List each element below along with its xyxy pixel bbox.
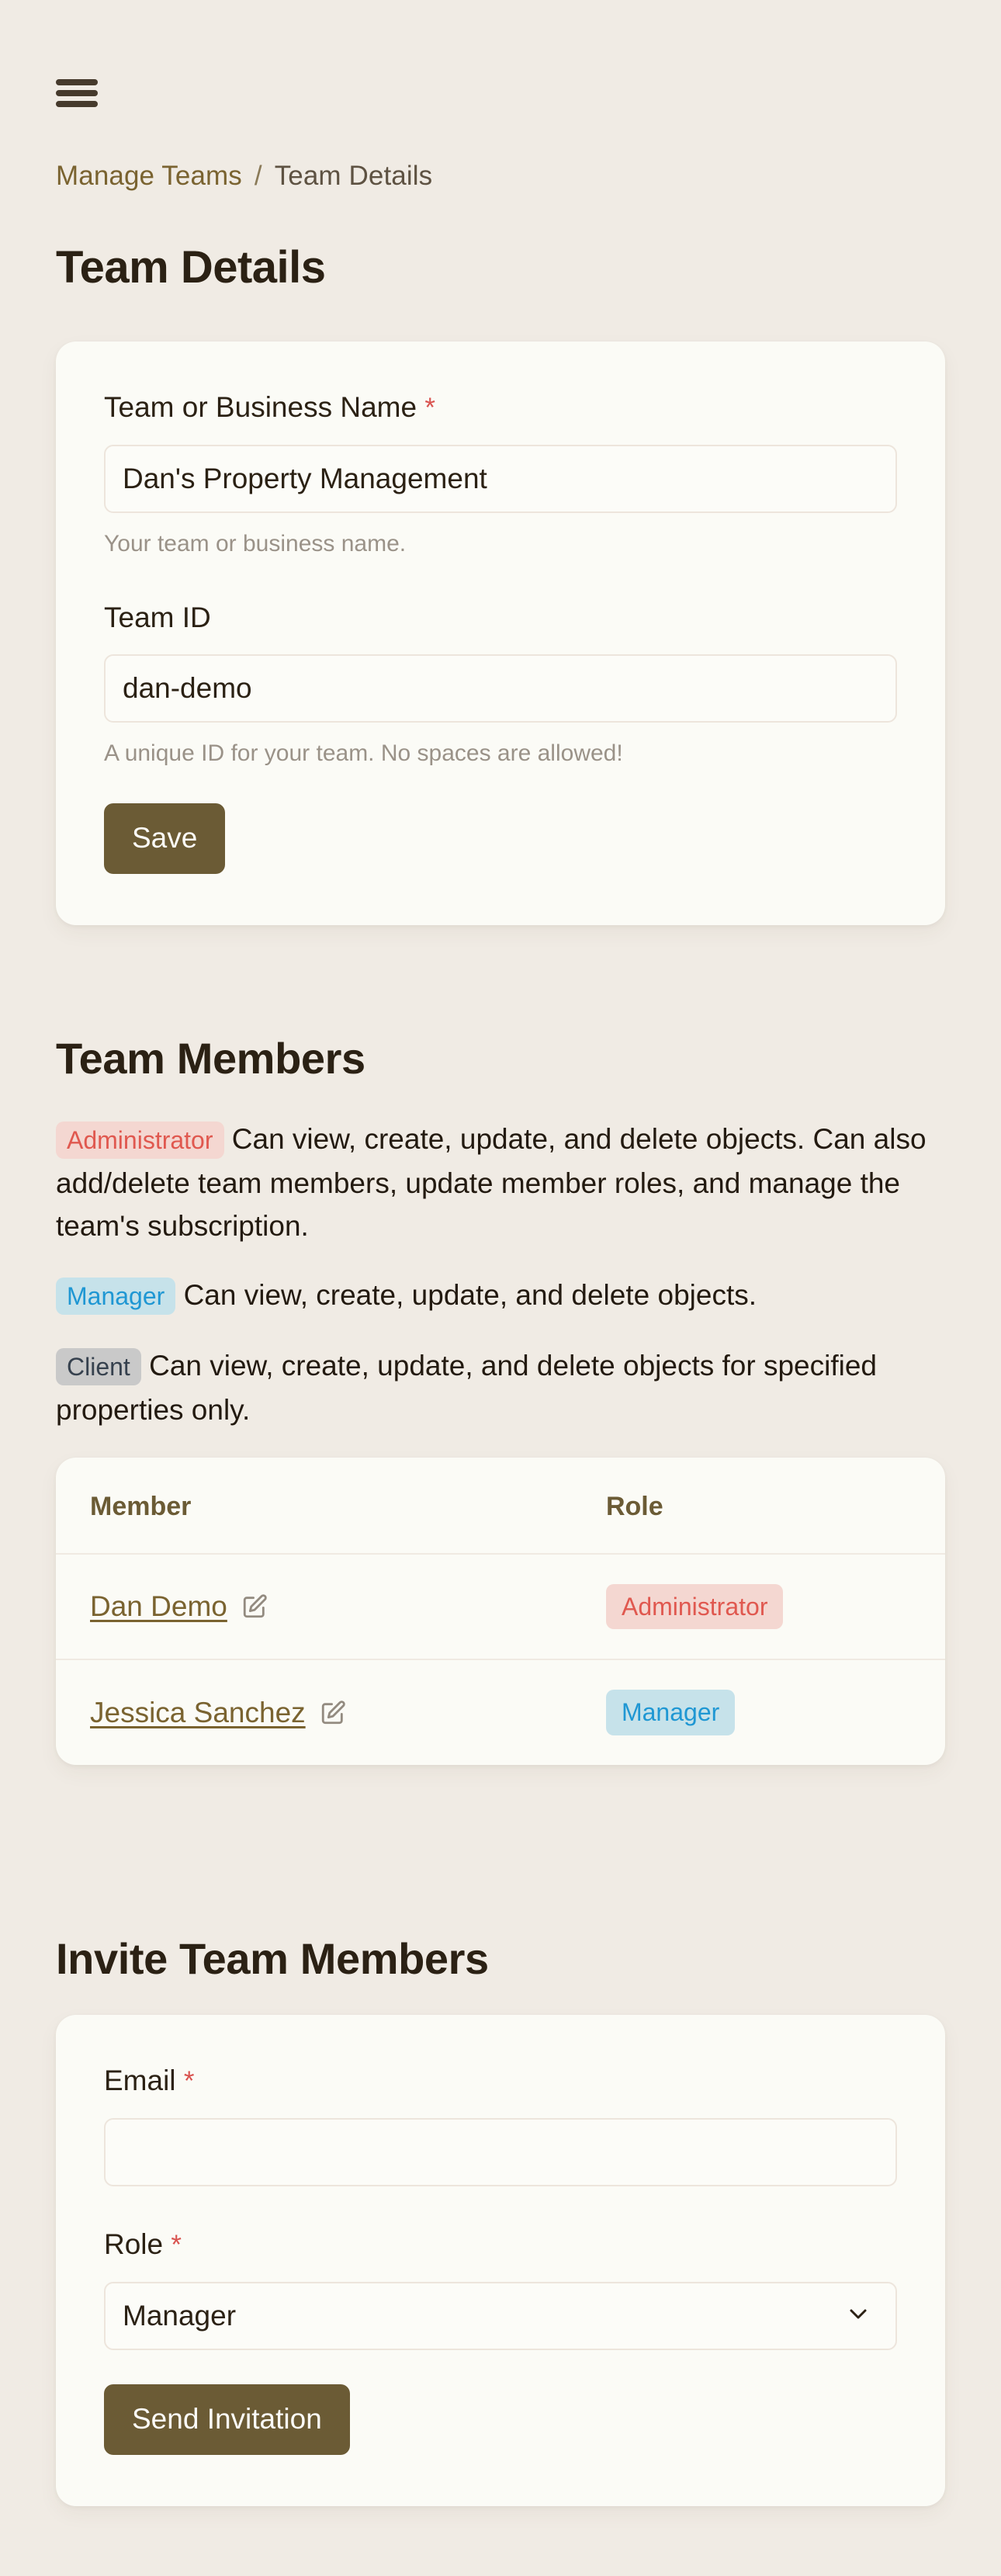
table-row: Dan Demo Administrator <box>56 1554 945 1661</box>
role-legend-item: Manager Can view, create, update, and de… <box>56 1274 945 1318</box>
breadcrumb-link-manage-teams[interactable]: Manage Teams <box>56 161 242 191</box>
role-select-value: Manager <box>123 2300 237 2332</box>
hamburger-bar <box>56 79 98 85</box>
role-label: Role * <box>104 2227 897 2263</box>
role-label-text: Role <box>104 2228 164 2260</box>
role-pill-client: Client <box>56 1348 141 1385</box>
table-head: Member Role <box>56 1458 945 1555</box>
breadcrumb-current: Team Details <box>274 161 433 191</box>
email-label: Email * <box>104 2063 897 2099</box>
role-cell: Manager <box>595 1659 945 1764</box>
breadcrumb: Manage Teams / Team Details <box>56 159 432 193</box>
team-details-card: Team or Business Name * Your team or bus… <box>56 342 945 925</box>
role-legend: Administrator Can view, create, update, … <box>56 1118 945 1431</box>
team-details-page: Manage Teams / Team Details Team Details T… <box>0 0 1001 2576</box>
team-members-section: Team Members Administrator Can view, cre… <box>56 1032 945 1765</box>
role-pill-manager: Manager <box>56 1278 176 1315</box>
member-link-jessica-sanchez[interactable]: Jessica Sanchez <box>90 1697 306 1729</box>
email-label-text: Email <box>104 2065 176 2096</box>
invite-title: Invite Team Members <box>56 1934 489 1983</box>
team-name-label-text: Team or Business Name <box>104 391 417 423</box>
email-field[interactable] <box>104 2118 897 2186</box>
table-row: Jessica Sanchez Manager <box>56 1659 945 1764</box>
hamburger-menu-icon[interactable] <box>56 76 98 110</box>
table-body: Dan Demo Administrator Jessica Sanchez M… <box>56 1554 945 1765</box>
invite-team-members-section: Invite Team Members Email * Role * Manag… <box>56 1933 945 2506</box>
column-header-member: Member <box>56 1458 595 1555</box>
hamburger-bar <box>56 90 98 96</box>
role-select-wrapper: Manager <box>104 2282 897 2350</box>
hamburger-bar <box>56 101 98 107</box>
member-cell: Jessica Sanchez <box>56 1659 595 1764</box>
team-members-table-card: Member Role Dan Demo Administrator Jessi… <box>56 1458 945 1765</box>
send-invitation-button[interactable]: Send Invitation <box>104 2384 350 2455</box>
role-pill-administrator: Administrator <box>56 1122 224 1159</box>
required-asterisk: * <box>424 393 435 423</box>
save-button[interactable]: Save <box>104 803 226 874</box>
status-badge: Administrator <box>605 1584 784 1630</box>
invite-card: Email * Role * Manager Send Invitation <box>56 2015 945 2506</box>
required-asterisk: * <box>183 2066 195 2096</box>
table-header-row: Member Role <box>56 1458 945 1555</box>
edit-pencil-icon[interactable] <box>320 1700 346 1726</box>
team-name-helper: Your team or business name. <box>104 531 407 556</box>
member-cell: Dan Demo <box>56 1554 595 1661</box>
team-name-input[interactable] <box>104 445 897 513</box>
role-cell: Administrator <box>594 1554 945 1661</box>
team-members-table: Member Role Dan Demo Administrator Jessi… <box>56 1458 945 1765</box>
team-id-input[interactable] <box>104 654 897 723</box>
team-id-helper: A unique ID for your team. No spaces are… <box>104 740 623 766</box>
role-description-client: Can view, create, update, and delete obj… <box>56 1350 878 1426</box>
team-members-title: Team Members <box>56 1034 365 1083</box>
member-link-dan-demo[interactable]: Dan Demo <box>90 1590 227 1623</box>
edit-pencil-icon[interactable] <box>241 1593 268 1620</box>
team-id-label: Team ID <box>104 602 211 633</box>
team-name-label: Team or Business Name * <box>104 390 897 426</box>
breadcrumb-separator: / <box>254 161 262 191</box>
role-select[interactable]: Manager <box>104 2282 897 2350</box>
page-title: Team Details <box>56 242 326 293</box>
role-legend-item: Client Can view, create, update, and del… <box>56 1344 945 1431</box>
status-badge: Manager <box>605 1690 736 1735</box>
column-header-role: Role <box>594 1458 945 1555</box>
required-asterisk: * <box>171 2230 182 2260</box>
role-legend-item: Administrator Can view, create, update, … <box>56 1118 945 1247</box>
role-description-manager: Can view, create, update, and delete obj… <box>183 1279 757 1311</box>
